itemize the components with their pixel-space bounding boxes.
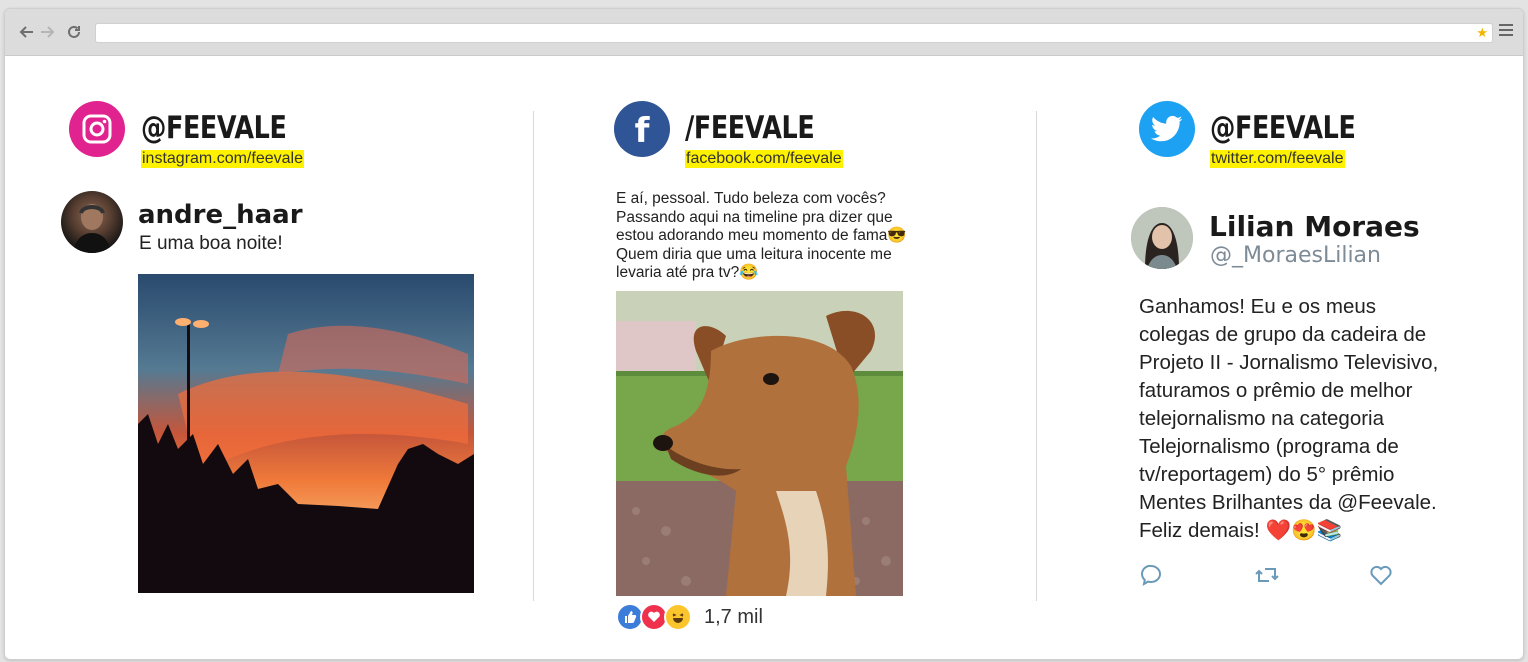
instagram-icon[interactable] <box>69 101 125 157</box>
facebook-link[interactable]: facebook.com/feevale <box>685 150 843 168</box>
retweet-icon[interactable] <box>1254 563 1279 587</box>
avatar[interactable] <box>1131 207 1193 269</box>
like-heart-icon[interactable] <box>1369 563 1393 587</box>
browser-toolbar: ★ <box>5 9 1523 56</box>
instagram-link[interactable]: instagram.com/feevale <box>141 150 304 168</box>
hamburger-menu-icon[interactable] <box>1499 24 1513 40</box>
dog-photo[interactable] <box>616 291 903 596</box>
twitter-column: @FEEVALE twitter.com/feevale Lilian Mora… <box>1037 55 1523 659</box>
tweet-author-username[interactable]: @_MoraesLilian <box>1210 243 1381 268</box>
haha-icon <box>664 603 692 631</box>
tweet-text-body: Ganhamos! Eu e os meus colegas de grupo … <box>1139 295 1439 514</box>
back-arrow-icon[interactable] <box>17 23 35 41</box>
address-input[interactable] <box>96 24 1468 42</box>
tweet-text: Ganhamos! Eu e os meus colegas de grupo … <box>1139 293 1479 545</box>
avatar[interactable] <box>61 191 123 253</box>
column-divider <box>533 111 534 601</box>
forward-arrow-icon[interactable] <box>39 23 57 41</box>
facebook-post-text: E aí, pessoal. Tudo beleza com vocês? Pa… <box>616 190 907 281</box>
reply-icon[interactable] <box>1139 563 1163 587</box>
twitter-handle: @FEEVALE <box>1210 110 1356 146</box>
address-bar[interactable]: ★ <box>95 23 1493 43</box>
sunset-photo[interactable] <box>138 274 474 593</box>
twitter-bird-icon[interactable] <box>1139 101 1195 157</box>
facebook-icon[interactable]: f <box>614 101 670 157</box>
tweet-author-name[interactable]: Lilian Moraes <box>1209 210 1420 243</box>
browser-window: ★ @FEEVALE instagram.com/feevale andre_h… <box>4 8 1524 660</box>
facebook-handle: /FEEVALE <box>685 110 815 146</box>
reaction-icons[interactable] <box>616 603 692 631</box>
page-content: @FEEVALE instagram.com/feevale andre_haa… <box>5 55 1523 659</box>
reload-icon[interactable] <box>65 23 83 41</box>
reaction-count[interactable]: 1,7 mil <box>704 606 763 629</box>
twitter-link[interactable]: twitter.com/feevale <box>1210 150 1345 168</box>
facebook-column: f /FEEVALE facebook.com/feevale E aí, pe… <box>535 55 1037 659</box>
instagram-column: @FEEVALE instagram.com/feevale andre_haa… <box>5 55 535 659</box>
post-caption: E uma boa noite! <box>139 233 283 254</box>
post-username[interactable]: andre_haar <box>138 200 303 230</box>
star-icon[interactable]: ★ <box>1476 24 1488 42</box>
tweet-mention[interactable]: @Feevale <box>1337 491 1431 514</box>
instagram-handle: @FEEVALE <box>141 110 287 146</box>
